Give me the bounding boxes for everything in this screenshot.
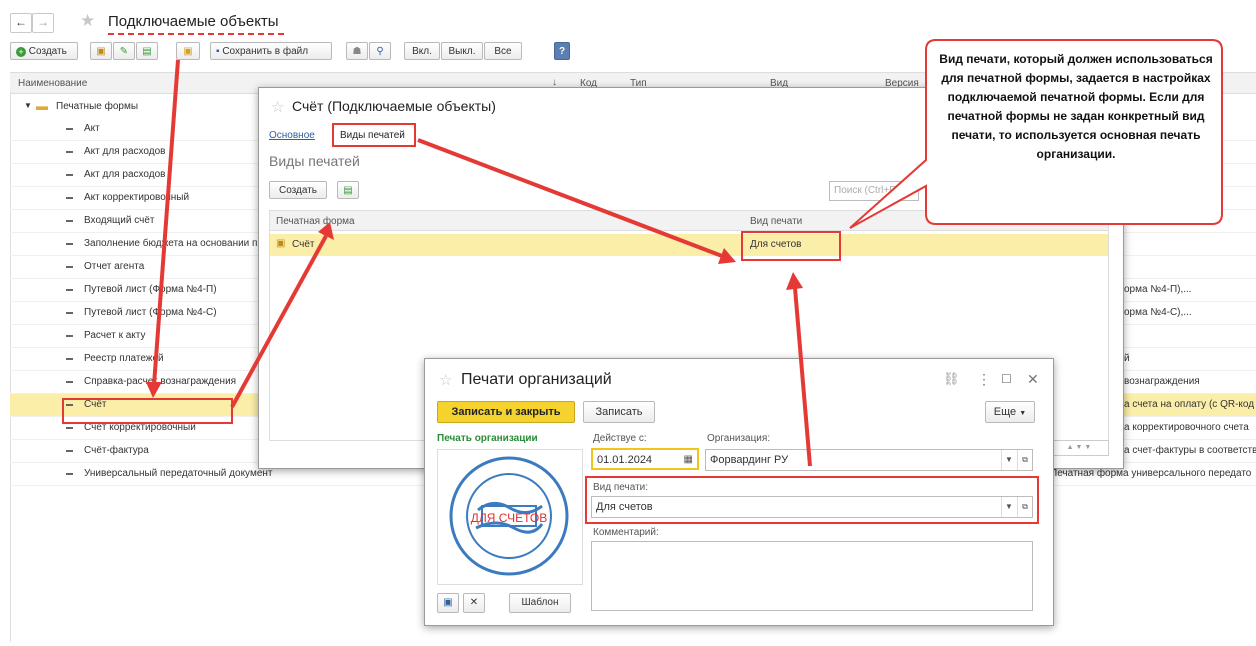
callout-text: Вид печати, который должен использоватьс… bbox=[939, 52, 1213, 161]
arrows bbox=[146, 59, 812, 467]
